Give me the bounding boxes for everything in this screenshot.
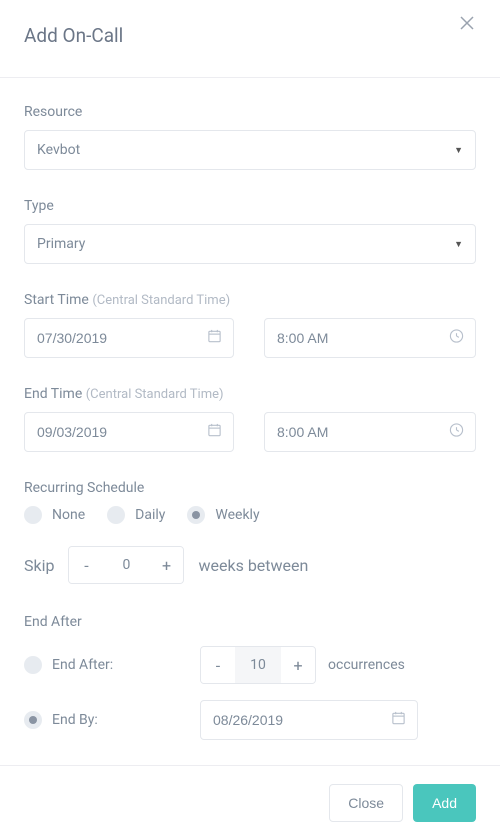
skip-value: 0 xyxy=(103,547,149,583)
chevron-down-icon: ▼ xyxy=(454,239,463,250)
radio-icon xyxy=(24,711,42,729)
type-select[interactable]: Primary ▼ xyxy=(24,224,476,264)
start-date-input[interactable] xyxy=(24,318,234,358)
occurrences-value: 10 xyxy=(235,647,281,683)
skip-stepper: - 0 + xyxy=(68,546,184,584)
radio-icon xyxy=(107,506,125,524)
occurrences-label: occurrences xyxy=(328,657,405,673)
start-time-input[interactable] xyxy=(264,318,476,358)
resource-value: Kevbot xyxy=(37,142,80,158)
skip-decrement-button[interactable]: - xyxy=(69,547,103,583)
end-after-section-label: End After xyxy=(24,614,476,630)
close-icon[interactable] xyxy=(458,14,476,36)
resource-label: Resource xyxy=(24,104,476,120)
start-tz-suffix: (Central Standard Time) xyxy=(92,293,230,308)
end-by-date-input[interactable] xyxy=(200,700,418,740)
skip-increment-button[interactable]: + xyxy=(149,547,183,583)
add-button[interactable]: Add xyxy=(413,784,476,822)
end-after-radio[interactable]: End After: xyxy=(24,656,113,674)
recurring-label: Recurring Schedule xyxy=(24,480,476,496)
occurrences-decrement-button[interactable]: - xyxy=(201,647,235,683)
type-label: Type xyxy=(24,198,476,214)
end-tz-suffix: (Central Standard Time) xyxy=(86,387,224,402)
recurring-weekly-radio[interactable]: Weekly xyxy=(187,506,259,524)
modal-title: Add On-Call xyxy=(24,24,123,47)
skip-suffix: weeks between xyxy=(198,556,308,575)
close-button[interactable]: Close xyxy=(329,784,403,822)
chevron-down-icon: ▼ xyxy=(454,145,463,156)
end-time-input[interactable] xyxy=(264,412,476,452)
resource-select[interactable]: Kevbot ▼ xyxy=(24,130,476,170)
skip-label: Skip xyxy=(24,556,54,575)
radio-icon xyxy=(187,506,205,524)
radio-icon xyxy=(24,656,42,674)
radio-icon xyxy=(24,506,42,524)
type-value: Primary xyxy=(37,236,85,252)
end-by-radio[interactable]: End By: xyxy=(24,711,98,729)
recurring-none-radio[interactable]: None xyxy=(24,506,85,524)
end-date-input[interactable] xyxy=(24,412,234,452)
occurrences-stepper: - 10 + xyxy=(200,646,316,684)
occurrences-increment-button[interactable]: + xyxy=(281,647,315,683)
recurring-daily-radio[interactable]: Daily xyxy=(107,506,165,524)
start-time-label: Start Time (Central Standard Time) xyxy=(24,292,476,308)
end-time-label: End Time (Central Standard Time) xyxy=(24,386,476,402)
